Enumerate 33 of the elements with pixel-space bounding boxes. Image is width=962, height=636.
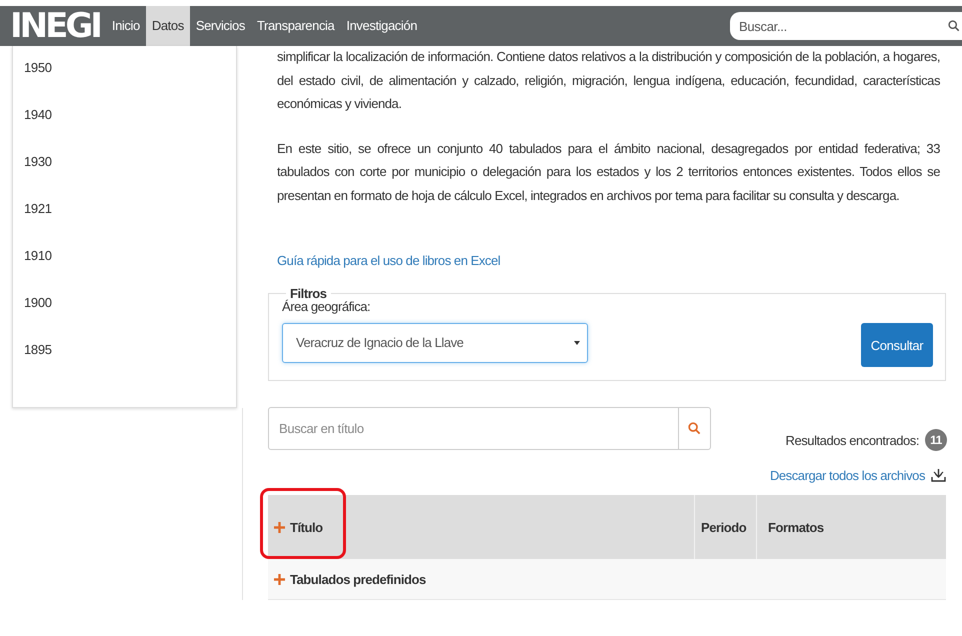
area-dropdown[interactable]: Veracruz de Ignacio de la Llave [282, 322, 588, 362]
consult-button[interactable]: Consultar [861, 323, 933, 367]
results-label: Resultados encontrados: [786, 432, 919, 448]
nav-tab[interactable]: Inicio [106, 6, 146, 46]
table-row[interactable]: Tabulados predefinidos [268, 559, 946, 600]
year-link[interactable]: 1940 [13, 107, 236, 154]
search-icon [948, 20, 960, 32]
guide-link[interactable]: Guía rápida para el uso de libros en Excel [277, 251, 500, 271]
area-label: Área geográfica: [282, 299, 372, 314]
year-link[interactable]: 1910 [13, 248, 236, 295]
search-box[interactable]: Buscar... [730, 12, 962, 40]
paragraph: simplificar la localización de información. Contiene datos relativos a la distribución y composición de la población, a hogares, del estado civil, de alimentación y calzado, religión, migración, lengua indígena, educación, fecundidad, características económicas y vivienda. [277, 48, 940, 113]
search-icon [688, 422, 701, 435]
column-header[interactable]: Título [290, 520, 323, 534]
year-link[interactable]: 1895 [13, 342, 236, 389]
year-link[interactable]: 1930 [13, 154, 236, 201]
year-link[interactable]: 1921 [13, 201, 236, 248]
download-icon [931, 468, 946, 483]
nav-tab[interactable]: Servicios [190, 6, 251, 46]
logo[interactable]: INEGI [0, 6, 106, 46]
download-all-link[interactable]: Descargar todos los archivos [770, 468, 925, 483]
results-count-badge: 11 [925, 429, 947, 451]
dropdown-caret-icon [574, 340, 580, 346]
year-link[interactable]: 1950 [13, 60, 236, 107]
year-link[interactable]: 1900 [13, 295, 236, 342]
row-title: Tabulados predefinidos [290, 572, 426, 586]
nav-tab[interactable]: Investigación [340, 6, 424, 46]
nav-tab[interactable]: Transparencia [250, 6, 340, 46]
column-header[interactable]: Formatos [768, 520, 824, 534]
paragraph: En este sitio, se ofrece un conjunto 40 tabulados para el ámbito nacional, desagregados por entidad federativa; 33 tabulados con corte por municipio o delegación para los estados y los 2 territorios entonces existentes. Todos ellos se presentan en formato de hoja de cálculo Excel, integrados en archivos por tema para facilitar su consulta y descarga. [277, 140, 940, 205]
filters-legend: Filtros [286, 286, 331, 301]
nav-tab[interactable]: Datos [146, 6, 190, 46]
column-header[interactable]: Periodo [701, 520, 746, 534]
